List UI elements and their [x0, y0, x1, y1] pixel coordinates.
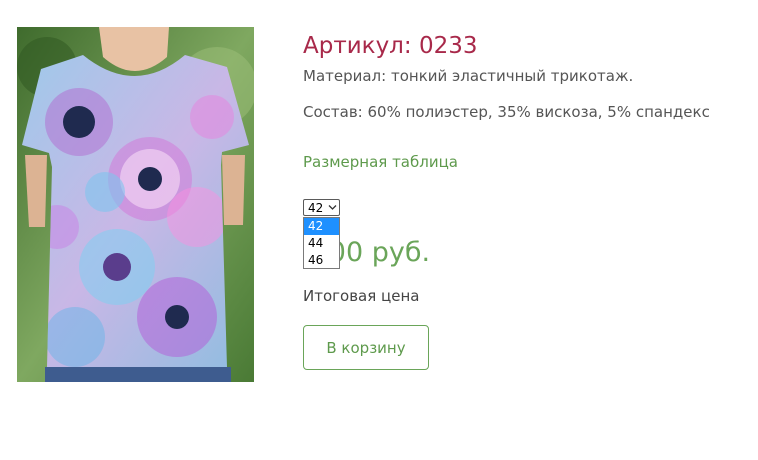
product-composition: Состав: 60% полиэстер, 35% вискоза, 5% с… [303, 103, 710, 121]
add-to-cart-button[interactable]: В корзину [303, 325, 429, 370]
size-options-list: 42 44 46 [303, 217, 340, 269]
size-select-value: 42 [308, 201, 324, 215]
chevron-down-icon [328, 205, 337, 210]
product-photo [17, 27, 254, 382]
product-info: Артикул: 0233 Материал: тонкий эластичны… [303, 0, 753, 460]
product-title: Артикул: 0233 [303, 33, 478, 59]
size-table-link[interactable]: Размерная таблица [303, 153, 458, 171]
size-select[interactable]: 42 [303, 199, 340, 216]
total-price-label: Итоговая цена [303, 287, 420, 305]
product-material: Материал: тонкий эластичный трикотаж. [303, 67, 634, 85]
size-option[interactable]: 44 [304, 235, 339, 252]
tshirt-image [17, 27, 254, 382]
size-option[interactable]: 42 [304, 218, 339, 235]
size-option[interactable]: 46 [304, 252, 339, 269]
